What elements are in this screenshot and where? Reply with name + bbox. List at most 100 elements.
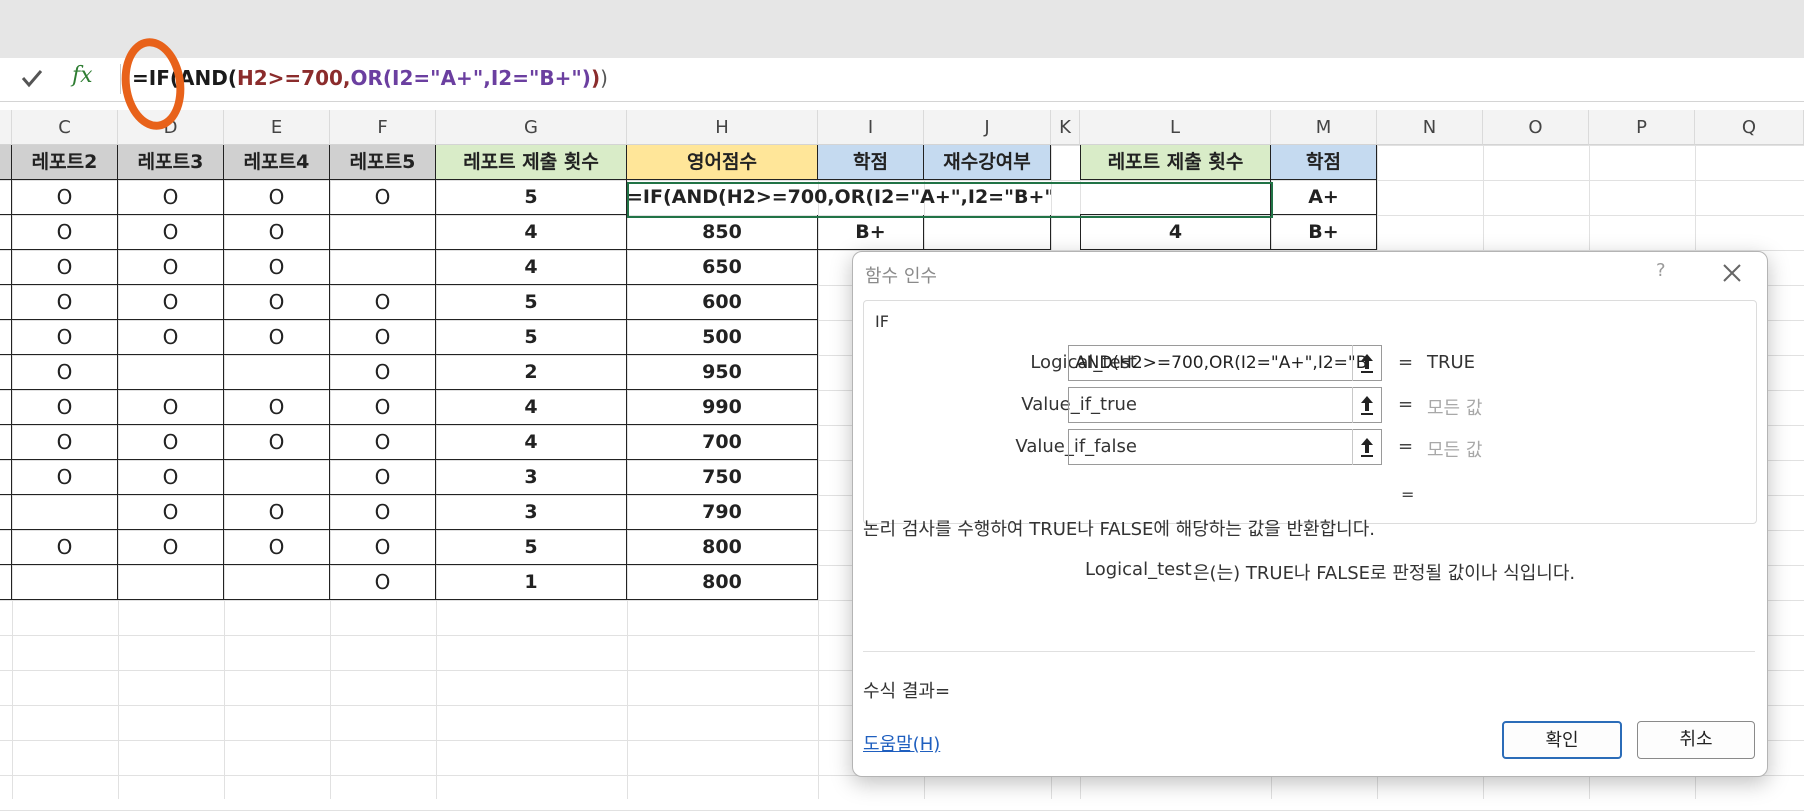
table-cell[interactable]: O	[118, 320, 224, 355]
table-cell[interactable]: 500	[627, 320, 818, 355]
table-cell[interactable]: 800	[627, 565, 818, 600]
table-cell[interactable]	[0, 530, 12, 565]
check-icon[interactable]	[18, 64, 46, 92]
table-cell[interactable]: O	[12, 390, 118, 425]
table-cell[interactable]: 4	[1080, 215, 1271, 250]
table-cell[interactable]: 5	[436, 180, 627, 215]
collapse-arrow-icon[interactable]	[1352, 387, 1382, 423]
table-cell[interactable]	[0, 250, 12, 285]
table-cell[interactable]	[0, 425, 12, 460]
value-if-true-input[interactable]	[1068, 387, 1382, 423]
header-cell[interactable]: 레포트2	[12, 145, 118, 180]
table-cell[interactable]: 990	[627, 390, 818, 425]
table-cell[interactable]: O	[118, 390, 224, 425]
header-cell[interactable]: 학점	[818, 145, 924, 180]
table-cell[interactable]: O	[330, 495, 436, 530]
table-cell[interactable]: O	[224, 180, 330, 215]
table-cell[interactable]: B+	[1271, 215, 1377, 250]
close-icon[interactable]	[1719, 260, 1745, 286]
column-header-f[interactable]: F	[330, 110, 436, 145]
table-cell[interactable]: 5	[436, 530, 627, 565]
table-cell[interactable]: 3	[436, 460, 627, 495]
table-cell[interactable]: 4	[436, 390, 627, 425]
column-header-g[interactable]: G	[436, 110, 627, 145]
table-cell[interactable]	[12, 495, 118, 530]
table-cell[interactable]	[330, 215, 436, 250]
table-cell[interactable]: O	[118, 215, 224, 250]
column-header-b[interactable]	[0, 110, 12, 145]
table-cell[interactable]: O	[224, 320, 330, 355]
fx-icon[interactable]: fx	[72, 63, 93, 88]
table-cell[interactable]	[118, 355, 224, 390]
help-icon[interactable]: ?	[1656, 260, 1666, 281]
table-cell[interactable]	[0, 565, 12, 600]
table-cell[interactable]: O	[330, 565, 436, 600]
table-cell[interactable]: 750	[627, 460, 818, 495]
table-cell[interactable]: 3	[436, 495, 627, 530]
table-cell[interactable]: 800	[627, 530, 818, 565]
table-cell[interactable]: O	[224, 390, 330, 425]
table-cell[interactable]: O	[330, 355, 436, 390]
table-cell[interactable]: 850	[627, 215, 818, 250]
table-cell[interactable]: O	[224, 425, 330, 460]
table-cell[interactable]: 5	[436, 285, 627, 320]
table-cell[interactable]	[0, 285, 12, 320]
table-cell[interactable]: A+	[1271, 180, 1377, 215]
table-cell[interactable]: O	[118, 425, 224, 460]
column-header-i[interactable]: I	[818, 110, 924, 145]
table-cell[interactable]	[224, 565, 330, 600]
table-cell[interactable]	[118, 565, 224, 600]
table-cell[interactable]: O	[224, 250, 330, 285]
table-cell[interactable]: O	[12, 425, 118, 460]
column-header-j[interactable]: J	[924, 110, 1051, 145]
column-header-c[interactable]: C	[12, 110, 118, 145]
table-cell[interactable]	[0, 390, 12, 425]
column-header-l[interactable]: L	[1080, 110, 1271, 145]
table-cell[interactable]: O	[12, 215, 118, 250]
header-cell[interactable]: 레포트4	[224, 145, 330, 180]
table-cell[interactable]: O	[118, 180, 224, 215]
table-cell[interactable]: O	[224, 285, 330, 320]
table-cell[interactable]: O	[330, 320, 436, 355]
table-cell[interactable]: O	[12, 250, 118, 285]
table-cell[interactable]: O	[118, 495, 224, 530]
table-cell[interactable]: O	[330, 180, 436, 215]
table-cell[interactable]: B+	[818, 215, 924, 250]
table-cell[interactable]: 2	[436, 355, 627, 390]
header-cell[interactable]: 레포트3	[118, 145, 224, 180]
table-cell[interactable]: O	[12, 530, 118, 565]
header-cell[interactable]: 재수강여부	[924, 145, 1051, 180]
header-cell[interactable]: 레포트 제출 횟수	[436, 145, 627, 180]
table-cell[interactable]: 1	[436, 565, 627, 600]
table-cell[interactable]	[330, 250, 436, 285]
formula-input[interactable]: =IF(AND(H2>=700,OR(I2="A+",I2="B+")))	[132, 66, 608, 90]
table-cell[interactable]	[12, 565, 118, 600]
table-cell[interactable]	[224, 355, 330, 390]
logical-test-input[interactable]: AND(H2>=700,OR(I2="A+",I2="B	[1068, 345, 1382, 381]
table-cell[interactable]	[0, 495, 12, 530]
table-cell[interactable]: 4	[436, 425, 627, 460]
table-cell[interactable]: O	[118, 250, 224, 285]
column-header-k[interactable]: K	[1051, 110, 1080, 145]
table-cell[interactable]: O	[224, 215, 330, 250]
table-cell[interactable]	[0, 180, 12, 215]
table-cell[interactable]: 650	[627, 250, 818, 285]
table-cell[interactable]: 4	[436, 215, 627, 250]
table-cell[interactable]: 600	[627, 285, 818, 320]
column-header-p[interactable]: P	[1589, 110, 1695, 145]
table-cell[interactable]: O	[330, 530, 436, 565]
column-header-m[interactable]: M	[1271, 110, 1377, 145]
table-cell[interactable]: O	[12, 180, 118, 215]
column-header-n[interactable]: N	[1377, 110, 1483, 145]
table-cell[interactable]: O	[330, 425, 436, 460]
table-cell[interactable]: O	[224, 530, 330, 565]
table-cell[interactable]	[0, 215, 12, 250]
column-header-q[interactable]: Q	[1695, 110, 1804, 145]
header-cell[interactable]: 학점	[1271, 145, 1377, 180]
table-cell[interactable]: O	[12, 285, 118, 320]
table-cell[interactable]: 950	[627, 355, 818, 390]
table-cell[interactable]: O	[330, 390, 436, 425]
table-cell[interactable]: O	[330, 285, 436, 320]
table-cell[interactable]: O	[12, 355, 118, 390]
table-cell[interactable]	[224, 460, 330, 495]
